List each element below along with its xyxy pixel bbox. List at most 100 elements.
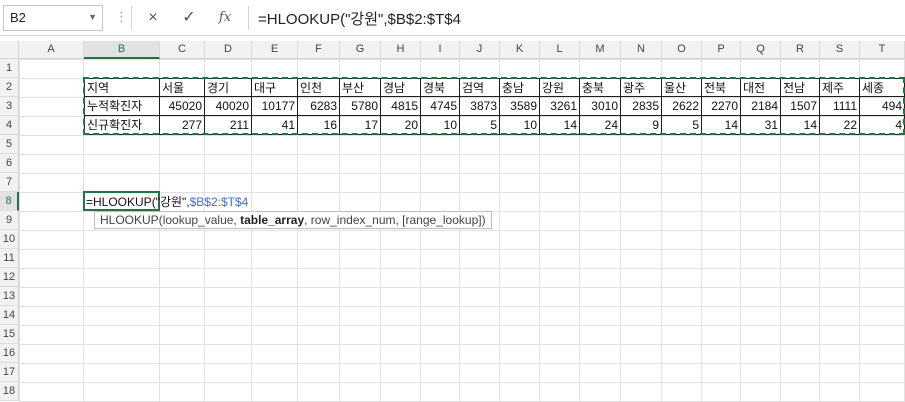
- table-cell-d3[interactable]: 40020: [205, 97, 252, 116]
- table-cell-f2[interactable]: 인천: [298, 78, 340, 97]
- table-cell-o3[interactable]: 2622: [662, 97, 702, 116]
- table-cell-e4[interactable]: 41: [252, 116, 298, 135]
- table-cell-q4[interactable]: 31: [741, 116, 781, 135]
- tooltip-arg-rest[interactable]: , row_index_num, [range_lookup]): [304, 213, 485, 227]
- column-header-s[interactable]: S: [820, 41, 860, 59]
- table-cell-n2[interactable]: 광주: [621, 78, 662, 97]
- table-cell-r4[interactable]: 14: [781, 116, 820, 135]
- table-cell-b3[interactable]: 누적확진자: [84, 97, 160, 116]
- row-header-5[interactable]: 5: [0, 135, 19, 154]
- column-header-o[interactable]: O: [662, 41, 702, 59]
- column-header-f[interactable]: F: [298, 41, 340, 59]
- more-options-icon[interactable]: ⋮: [115, 9, 128, 25]
- table-cell-s4[interactable]: 22: [820, 116, 860, 135]
- table-cell-c4[interactable]: 277: [160, 116, 205, 135]
- table-cell-r3[interactable]: 1507: [781, 97, 820, 116]
- table-cell-t4[interactable]: 4: [860, 116, 905, 135]
- row-header-11[interactable]: 11: [0, 249, 19, 268]
- table-cell-n4[interactable]: 9: [621, 116, 662, 135]
- row-header-9[interactable]: 9: [0, 211, 19, 230]
- row-header-17[interactable]: 17: [0, 363, 19, 382]
- table-cell-o2[interactable]: 울산: [662, 78, 702, 97]
- table-cell-l3[interactable]: 3261: [540, 97, 580, 116]
- table-cell-b2[interactable]: 지역: [84, 78, 160, 97]
- table-cell-s2[interactable]: 제주: [820, 78, 860, 97]
- table-cell-l4[interactable]: 14: [540, 116, 580, 135]
- formula-input[interactable]: =HLOOKUP("강원",$B$2:$T$4: [258, 8, 461, 29]
- row-header-8[interactable]: 8: [0, 192, 19, 211]
- select-all-corner[interactable]: [0, 41, 19, 59]
- chevron-down-icon[interactable]: ▼: [88, 12, 97, 22]
- table-cell-b4[interactable]: 신규확진자: [84, 116, 160, 135]
- column-header-l[interactable]: L: [540, 41, 580, 59]
- column-header-n[interactable]: N: [621, 41, 662, 59]
- table-cell-m2[interactable]: 충북: [580, 78, 621, 97]
- row-header-13[interactable]: 13: [0, 287, 19, 306]
- row-header-6[interactable]: 6: [0, 154, 19, 173]
- table-cell-e2[interactable]: 대구: [252, 78, 298, 97]
- cancel-icon[interactable]: ×: [140, 6, 166, 30]
- row-header-4[interactable]: 4: [0, 116, 19, 135]
- table-cell-t3[interactable]: 494: [860, 97, 905, 116]
- row-header-14[interactable]: 14: [0, 306, 19, 325]
- table-cell-m3[interactable]: 3010: [580, 97, 621, 116]
- table-cell-n3[interactable]: 2835: [621, 97, 662, 116]
- table-cell-s3[interactable]: 1111: [820, 97, 860, 116]
- column-header-i[interactable]: I: [421, 41, 460, 59]
- column-header-m[interactable]: M: [580, 41, 621, 59]
- table-cell-r2[interactable]: 전남: [781, 78, 820, 97]
- table-cell-q3[interactable]: 2184: [741, 97, 781, 116]
- table-cell-i2[interactable]: 경북: [421, 78, 460, 97]
- table-cell-k3[interactable]: 3589: [500, 97, 540, 116]
- column-header-g[interactable]: G: [340, 41, 381, 59]
- table-cell-m4[interactable]: 24: [580, 116, 621, 135]
- column-header-d[interactable]: D: [205, 41, 252, 59]
- table-cell-d4[interactable]: 211: [205, 116, 252, 135]
- table-cell-g3[interactable]: 5780: [340, 97, 381, 116]
- column-header-b[interactable]: B: [84, 41, 160, 59]
- column-header-p[interactable]: P: [702, 41, 741, 59]
- table-cell-p3[interactable]: 2270: [702, 97, 741, 116]
- column-header-q[interactable]: Q: [741, 41, 781, 59]
- row-header-7[interactable]: 7: [0, 173, 19, 192]
- tooltip-arg-table-array[interactable]: table_array: [240, 213, 304, 227]
- row-header-12[interactable]: 12: [0, 268, 19, 287]
- column-header-a[interactable]: A: [19, 41, 84, 59]
- table-cell-t2[interactable]: 세종: [860, 78, 905, 97]
- active-cell-edit[interactable]: =HLOOKUP("강원",$B$2:$T$4: [86, 193, 248, 210]
- tooltip-arg-lookup-value[interactable]: lookup_value,: [163, 213, 240, 227]
- name-box[interactable]: B2 ▼: [3, 5, 103, 31]
- column-header-k[interactable]: K: [500, 41, 540, 59]
- tooltip-fn[interactable]: HLOOKUP(: [100, 213, 163, 227]
- row-header-2[interactable]: 2: [0, 78, 19, 97]
- column-header-j[interactable]: J: [460, 41, 500, 59]
- table-cell-k2[interactable]: 충남: [500, 78, 540, 97]
- row-header-1[interactable]: 1: [0, 59, 19, 78]
- row-header-18[interactable]: 18: [0, 382, 19, 401]
- column-header-t[interactable]: T: [860, 41, 905, 59]
- table-cell-e3[interactable]: 10177: [252, 97, 298, 116]
- table-cell-j3[interactable]: 3873: [460, 97, 500, 116]
- table-cell-h2[interactable]: 경남: [381, 78, 421, 97]
- table-cell-g4[interactable]: 17: [340, 116, 381, 135]
- table-cell-k4[interactable]: 10: [500, 116, 540, 135]
- table-cell-p4[interactable]: 14: [702, 116, 741, 135]
- table-cell-l2[interactable]: 강원: [540, 78, 580, 97]
- table-cell-c3[interactable]: 45020: [160, 97, 205, 116]
- table-cell-i4[interactable]: 10: [421, 116, 460, 135]
- table-cell-f4[interactable]: 16: [298, 116, 340, 135]
- row-header-15[interactable]: 15: [0, 325, 19, 344]
- table-cell-c2[interactable]: 서울: [160, 78, 205, 97]
- table-cell-j4[interactable]: 5: [460, 116, 500, 135]
- table-cell-h3[interactable]: 4815: [381, 97, 421, 116]
- table-cell-j2[interactable]: 검역: [460, 78, 500, 97]
- table-cell-f3[interactable]: 6283: [298, 97, 340, 116]
- table-cell-o4[interactable]: 5: [662, 116, 702, 135]
- table-cell-p2[interactable]: 전북: [702, 78, 741, 97]
- column-header-r[interactable]: R: [781, 41, 820, 59]
- table-cell-q2[interactable]: 대전: [741, 78, 781, 97]
- column-header-e[interactable]: E: [252, 41, 298, 59]
- table-cell-d2[interactable]: 경기: [205, 78, 252, 97]
- table-cell-h4[interactable]: 20: [381, 116, 421, 135]
- insert-function-icon[interactable]: fx: [212, 6, 238, 30]
